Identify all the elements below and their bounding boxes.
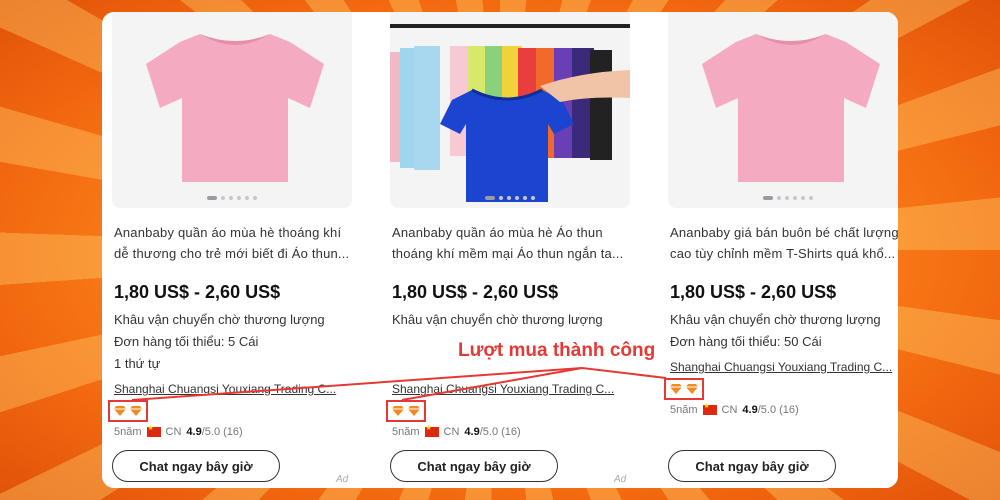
ad-label: Ad: [614, 474, 627, 485]
supplier-link[interactable]: Shanghai Chuangsi Youxiang Trading C...: [114, 382, 350, 396]
shipping-text: Khâu vận chuyển chờ thương lượng: [392, 312, 603, 327]
chat-now-button[interactable]: Chat ngay bây giờ: [390, 450, 558, 482]
purchase-badges: [108, 400, 148, 422]
chat-now-button[interactable]: Chat ngay bây giờ: [668, 450, 836, 482]
product-image[interactable]: [112, 12, 352, 208]
purchase-badges: [664, 378, 704, 400]
pink-tshirt-icon: [702, 34, 880, 182]
diamond-badge-icon: [392, 406, 404, 416]
diamond-badge-icon: [408, 406, 420, 416]
supplier-country: CN: [165, 426, 182, 438]
supplier-rating: 4.9: [742, 404, 758, 416]
min-order-text: Đơn hàng tối thiểu: 50 Cái: [670, 334, 822, 349]
shipping-text: Khâu vận chuyển chờ thương lượng: [670, 312, 881, 327]
supplier-meta: 5năm CN 4.9/5.0 (16): [670, 402, 799, 416]
image-pagination: [668, 196, 898, 200]
supplier-link[interactable]: Shanghai Chuangsi Youxiang Trading C...: [392, 382, 628, 396]
supplier-years: 5năm: [392, 426, 420, 438]
china-flag-icon: [146, 424, 161, 437]
supplier-rating: 4.9: [464, 426, 480, 438]
product-title[interactable]: Ananbaby giá bán buôn bé chất lượng cao …: [670, 222, 898, 264]
tshirt-rack-icon: [390, 24, 630, 202]
order-count-text: 1 thứ tự: [114, 356, 161, 371]
pink-tshirt-icon: [146, 34, 324, 182]
supplier-link[interactable]: Shanghai Chuangsi Youxiang Trading C...: [670, 360, 898, 374]
product-card[interactable]: Ananbaby quần áo mùa hè thoáng khí dễ th…: [102, 12, 352, 488]
supplier-country: CN: [443, 426, 460, 438]
supplier-rating-suffix: /5.0 (16): [757, 404, 799, 416]
product-title[interactable]: Ananbaby quần áo mùa hè thoáng khí dễ th…: [114, 222, 350, 264]
product-panel: Ananbaby quần áo mùa hè thoáng khí dễ th…: [102, 12, 898, 488]
product-card[interactable]: Ananbaby quần áo mùa hè Áo thun thoáng k…: [380, 12, 630, 488]
shipping-text: Khâu vận chuyển chờ thương lượng: [114, 312, 325, 327]
supplier-rating-suffix: /5.0 (16): [201, 426, 243, 438]
product-image[interactable]: [390, 12, 630, 208]
diamond-badge-icon: [670, 384, 682, 394]
chat-now-button[interactable]: Chat ngay bây giờ: [112, 450, 280, 482]
china-flag-icon: [424, 424, 439, 437]
supplier-meta: 5năm CN 4.9/5.0 (16): [114, 424, 243, 438]
product-price: 1,80 US$ - 2,60 US$: [392, 282, 559, 302]
china-flag-icon: [702, 402, 717, 415]
product-card[interactable]: Ananbaby giá bán buôn bé chất lượng cao …: [658, 12, 898, 488]
diamond-badge-icon: [114, 406, 126, 416]
image-pagination: [390, 196, 630, 200]
image-pagination: [112, 196, 352, 200]
product-price: 1,80 US$ - 2,60 US$: [114, 282, 281, 302]
annotation-callout: Lượt mua thành công: [458, 340, 656, 361]
supplier-years: 5năm: [114, 426, 142, 438]
supplier-rating-suffix: /5.0 (16): [479, 426, 521, 438]
purchase-badges: [386, 400, 426, 422]
product-price: 1,80 US$ - 2,60 US$: [670, 282, 837, 302]
supplier-meta: 5năm CN 4.9/5.0 (16): [392, 424, 521, 438]
min-order-text: Đơn hàng tối thiểu: 5 Cái: [114, 334, 259, 349]
diamond-badge-icon: [130, 406, 142, 416]
diamond-badge-icon: [686, 384, 698, 394]
product-image[interactable]: [668, 12, 898, 208]
supplier-rating: 4.9: [186, 426, 202, 438]
product-title[interactable]: Ananbaby quần áo mùa hè Áo thun thoáng k…: [392, 222, 628, 264]
supplier-country: CN: [721, 404, 738, 416]
ad-label: Ad: [336, 474, 349, 485]
supplier-years: 5năm: [670, 404, 698, 416]
